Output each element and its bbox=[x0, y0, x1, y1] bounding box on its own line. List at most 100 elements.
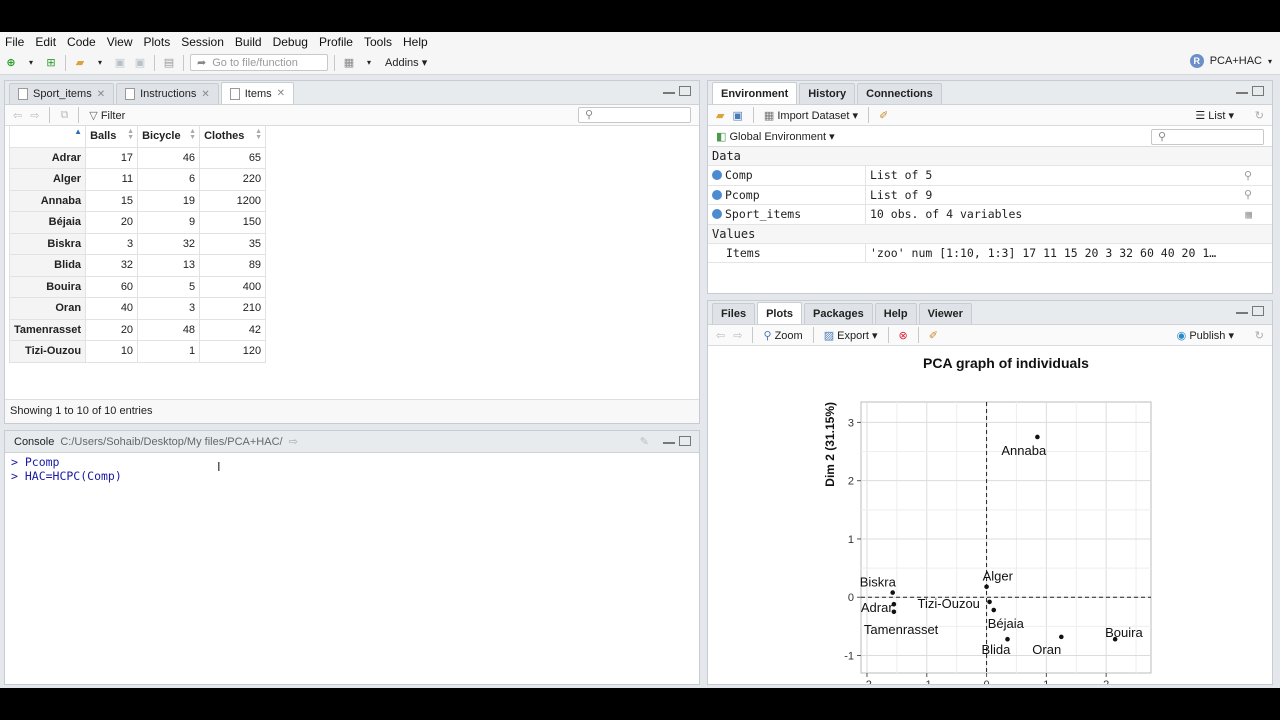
list-view-button[interactable]: ☰ List ▾ bbox=[1195, 109, 1234, 122]
point-label: Bouira bbox=[1105, 625, 1143, 640]
save-icon[interactable]: ▣ bbox=[732, 109, 742, 122]
close-icon[interactable]: ✕ bbox=[201, 89, 209, 100]
menu-help[interactable]: Help bbox=[398, 35, 434, 49]
view-list-icon[interactable]: ⚲ bbox=[1244, 169, 1252, 182]
refresh-icon[interactable]: ↻ bbox=[1255, 109, 1264, 122]
menu-session[interactable]: Session bbox=[176, 35, 230, 49]
table-cell: 3 bbox=[85, 232, 139, 255]
dropdown-arrow-icon[interactable]: ▾ bbox=[92, 55, 108, 71]
y-axis-label: Dim 2 (31.15%) bbox=[823, 402, 837, 487]
tab-sport-items[interactable]: Sport_items ✕ bbox=[9, 83, 115, 104]
goto-file-input[interactable]: ➦ Go to file/function bbox=[190, 54, 328, 71]
tab-label: Items bbox=[244, 87, 272, 100]
tab-connections[interactable]: Connections bbox=[857, 83, 942, 104]
tab-plots[interactable]: Plots bbox=[757, 302, 802, 324]
open-in-window-icon[interactable]: ⧉ bbox=[60, 109, 68, 122]
minimize-icon[interactable] bbox=[1236, 310, 1248, 314]
open-folder-icon[interactable]: ▰ bbox=[716, 109, 724, 122]
minimize-icon[interactable] bbox=[1236, 90, 1248, 94]
data-point bbox=[1005, 636, 1010, 642]
expand-icon[interactable] bbox=[712, 209, 722, 220]
tab-items[interactable]: Items ✕ bbox=[220, 82, 295, 104]
environment-row[interactable]: Items 'zoo' num [1:10, 1:3] 17 11 15 20 3… bbox=[708, 243, 1272, 263]
menu-edit[interactable]: Edit bbox=[30, 35, 62, 49]
plots-tabbar: Files Plots Packages Help Viewer bbox=[708, 301, 1272, 325]
maximize-icon[interactable] bbox=[679, 86, 691, 96]
plots-pane: Files Plots Packages Help Viewer ⇦ ⇨ ⚲ Z… bbox=[707, 300, 1273, 685]
back-arrow-icon[interactable]: ⇦ bbox=[716, 329, 725, 342]
point-label: Blida bbox=[981, 642, 1011, 657]
environment-row[interactable]: Sport_items 10 obs. of 4 variables ▦ bbox=[708, 205, 1272, 225]
menu-plots[interactable]: Plots bbox=[139, 35, 177, 49]
tab-instructions[interactable]: Instructions ✕ bbox=[116, 83, 219, 104]
back-arrow-icon[interactable]: ⇦ bbox=[13, 109, 22, 122]
maximize-icon[interactable] bbox=[679, 436, 691, 446]
go-to-directory-icon[interactable]: ⇨ bbox=[289, 435, 298, 448]
tab-files[interactable]: Files bbox=[712, 303, 756, 324]
pane-layout-icon[interactable]: ▦ bbox=[341, 55, 357, 71]
minimize-icon[interactable] bbox=[663, 90, 675, 94]
menu-debug[interactable]: Debug bbox=[268, 35, 314, 49]
tab-viewer[interactable]: Viewer bbox=[918, 303, 972, 324]
zoom-button[interactable]: ⚲ Zoom bbox=[763, 329, 802, 342]
menu-code[interactable]: Code bbox=[62, 35, 102, 49]
forward-arrow-icon[interactable]: ⇨ bbox=[733, 329, 742, 342]
table-cell: 46 bbox=[137, 146, 201, 169]
close-icon[interactable]: ✕ bbox=[97, 89, 105, 100]
remove-plot-icon[interactable]: ⊗ bbox=[899, 329, 908, 342]
tab-label: Instructions bbox=[140, 88, 197, 100]
column-header[interactable]: Bicycle ▲ ▼ bbox=[137, 126, 201, 148]
new-project-icon[interactable]: ⊞ bbox=[43, 55, 59, 71]
tab-packages[interactable]: Packages bbox=[803, 303, 873, 324]
table-icon bbox=[18, 88, 28, 100]
global-environment-menu[interactable]: ◧ Global Environment ▾ bbox=[716, 130, 835, 143]
data-point bbox=[890, 590, 895, 595]
publish-button[interactable]: ◉ Publish ▾ bbox=[1177, 329, 1234, 342]
rowname-column-header[interactable]: ▲ bbox=[8, 126, 87, 148]
environment-row[interactable]: Pcomp List of 9 ⚲ bbox=[708, 185, 1272, 205]
menu-profile[interactable]: Profile bbox=[314, 35, 359, 49]
broom-icon[interactable]: ✐ bbox=[879, 109, 888, 122]
save-all-icon[interactable]: ▣ bbox=[132, 55, 148, 71]
console-output[interactable]: > Pcomp > HAC=HCPC(Comp) bbox=[5, 453, 699, 485]
close-icon[interactable]: ✕ bbox=[277, 88, 285, 99]
save-icon[interactable]: ▣ bbox=[112, 55, 128, 71]
y-tick-label: 0 bbox=[848, 592, 854, 604]
data-search-input[interactable]: ⚲ bbox=[578, 107, 691, 123]
new-file-icon[interactable]: ⊕ bbox=[3, 55, 19, 71]
menu-build[interactable]: Build bbox=[230, 35, 268, 49]
export-button[interactable]: ▨ Export ▾ bbox=[824, 329, 878, 342]
tab-history[interactable]: History bbox=[799, 83, 856, 104]
dropdown-arrow-icon[interactable]: ▾ bbox=[23, 55, 39, 71]
expand-icon[interactable] bbox=[712, 170, 722, 181]
refresh-icon[interactable]: ↻ bbox=[1255, 329, 1264, 342]
maximize-icon[interactable] bbox=[1252, 86, 1264, 96]
open-folder-icon[interactable]: ▰ bbox=[72, 55, 88, 71]
variable-name-cell: Comp bbox=[708, 168, 865, 182]
print-icon[interactable]: ▤ bbox=[161, 55, 177, 71]
clear-console-icon[interactable]: ✎ bbox=[640, 435, 649, 448]
column-header[interactable]: Clothes ▲ ▼ bbox=[199, 126, 267, 148]
import-dataset-button[interactable]: ▦ Import Dataset ▾ bbox=[764, 109, 858, 122]
environment-row[interactable]: Comp List of 5 ⚲ bbox=[708, 166, 1272, 186]
expand-icon[interactable] bbox=[712, 189, 722, 200]
menu-tools[interactable]: Tools bbox=[359, 35, 398, 49]
dropdown-arrow-icon[interactable]: ▾ bbox=[361, 55, 377, 71]
addins-menu[interactable]: Addins ▾ bbox=[385, 56, 427, 69]
environment-toolbar: ▰ ▣ ▦ Import Dataset ▾ ✐ ☰ List ▾ ↻ bbox=[708, 105, 1272, 126]
view-list-icon[interactable]: ⚲ bbox=[1244, 188, 1252, 201]
environment-search-input[interactable]: ⚲ bbox=[1151, 129, 1264, 145]
broom-icon[interactable]: ✐ bbox=[929, 329, 938, 342]
project-menu[interactable]: R PCA+HAC ▾ bbox=[1189, 54, 1272, 68]
forward-arrow-icon[interactable]: ⇨ bbox=[30, 109, 39, 122]
filter-button[interactable]: ▽ Filter bbox=[89, 109, 125, 122]
tab-environment[interactable]: Environment bbox=[712, 82, 798, 104]
maximize-icon[interactable] bbox=[1252, 306, 1264, 316]
view-table-icon[interactable]: ▦ bbox=[1245, 208, 1252, 221]
tab-help[interactable]: Help bbox=[874, 303, 917, 324]
column-header[interactable]: Balls ▲ ▼ bbox=[85, 126, 139, 148]
minimize-icon[interactable] bbox=[663, 440, 675, 444]
toolbar-separator bbox=[183, 54, 184, 71]
menu-view[interactable]: View bbox=[102, 35, 139, 49]
menu-file[interactable]: File bbox=[0, 35, 30, 49]
